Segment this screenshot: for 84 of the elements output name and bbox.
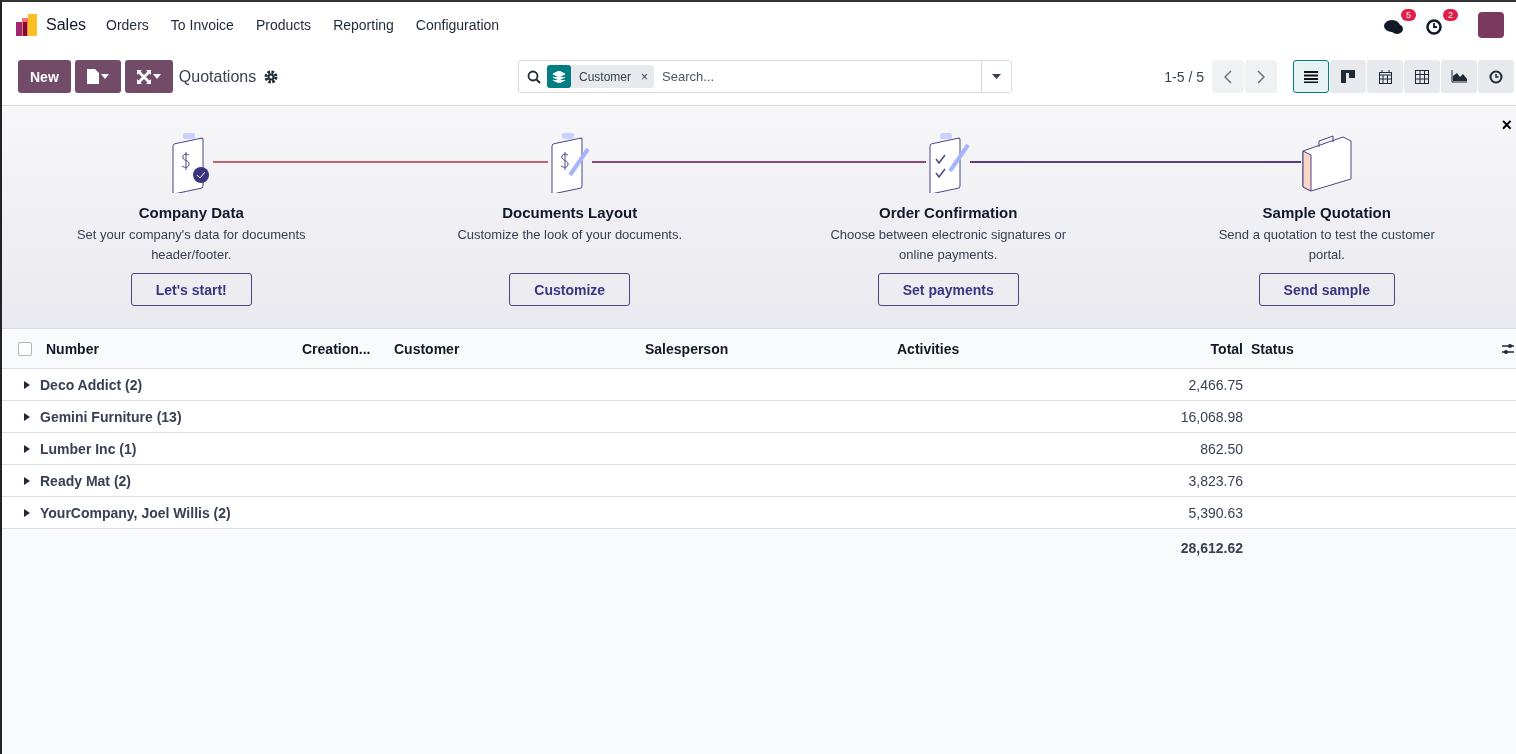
step-button[interactable]: Customize [509,273,631,306]
step-title: Company Data [138,204,244,221]
menu-item[interactable]: To Invoice [170,17,234,33]
upload-dropdown-button[interactable] [74,60,121,93]
remove-facet-button[interactable]: × [641,69,649,84]
column-header[interactable]: Number [42,340,298,357]
clock-icon [1426,19,1442,35]
group-name: Deco Addict (2) [40,376,143,393]
grand-total: 28,612.62 [1179,540,1244,556]
view-switch-button[interactable] [1367,60,1403,93]
messages-button[interactable]: 5 [1380,9,1416,41]
search-bar[interactable]: Customer × Search... [518,60,1012,93]
view-switch-button[interactable] [1293,60,1329,93]
caret-icon [100,74,109,79]
step-description: Send a quotation to test the customer portal. [1217,226,1436,264]
menu-item[interactable]: Reporting [333,17,394,33]
group-row[interactable]: Ready Mat (2) 3,823.76 [2,465,1516,497]
app-logo-icon [16,14,38,36]
chevron-right-icon [1257,69,1265,84]
search-input[interactable]: Search... [660,68,975,85]
app-name[interactable]: Sales [46,16,87,34]
column-header[interactable]: Status [1247,340,1502,357]
view-switch-button[interactable] [1330,60,1366,93]
column-header[interactable]: Creation... [298,340,390,357]
chevron-left-icon [1224,69,1232,84]
group-row[interactable]: Gemini Furniture (13) 16,068.98 [2,401,1516,433]
group-total: 862.50 [1199,440,1244,457]
step-button[interactable]: Send sample [1258,273,1395,306]
group-name: Gemini Furniture (13) [40,408,182,425]
clock-icon [1489,69,1503,84]
group-row[interactable]: Deco Addict (2) 2,466.75 [2,369,1516,401]
caret-icon [992,74,1001,79]
menu-item[interactable]: Configuration [415,17,500,33]
view-switch-button[interactable] [1478,60,1514,93]
select-all-checkbox[interactable] [18,341,32,356]
group-total: 16,068.98 [1179,408,1244,425]
column-header[interactable]: Customer [390,340,641,357]
file-icon [86,69,99,84]
group-total: 2,466.75 [1187,376,1244,393]
count-badge: 2 [1443,9,1458,21]
caret-icon [152,74,161,79]
pager-value[interactable]: 1-5 / 5 [1164,68,1204,85]
expand-arrows-icon [136,69,151,84]
kanban-view-icon [1341,70,1355,83]
column-header[interactable]: Total [1152,340,1247,357]
count-badge: 5 [1401,9,1416,21]
table-view-icon [1415,69,1429,84]
column-settings-icon[interactable] [1502,342,1514,355]
layers-icon [553,70,565,83]
page-title: Quotations [178,67,257,86]
group-total: 5,390.63 [1187,504,1244,521]
group-name: YourCompany, Joel Willis (2) [40,504,231,521]
group-row[interactable]: YourCompany, Joel Willis (2) 5,390.63 [2,497,1516,529]
search-options-button[interactable] [981,61,1011,92]
step-title: Order Confirmation [879,204,1018,221]
menu-item[interactable]: Products [255,17,312,33]
calendar-view-icon [1378,69,1392,84]
actions-dropdown-button[interactable] [124,60,173,93]
list-view-icon [1304,70,1318,83]
new-button[interactable]: New [18,60,71,93]
settings-icon[interactable] [264,69,279,84]
area-chart-icon [1451,70,1467,83]
step-title: Documents Layout [502,204,638,221]
step-description: Choose between electronic signatures or online payments. [829,226,1068,264]
facet-label: Customer [579,69,631,84]
activities-button[interactable]: 2 [1422,9,1458,41]
group-row[interactable]: Lumber Inc (1) 862.50 [2,433,1516,465]
chat-bubbles-icon [1384,19,1404,35]
column-header[interactable]: Activities [893,340,1152,357]
view-switch-button[interactable] [1441,60,1477,93]
clipboard-checklist-icon [926,131,971,193]
search-icon [527,69,541,84]
step-description: Customize the look of your documents. [456,226,684,244]
column-header[interactable]: Salesperson [641,340,893,357]
view-switch-button[interactable] [1404,60,1440,93]
step-description: Set your company's data for documents header/footer. [75,226,307,264]
step-title: Sample Quotation [1262,204,1391,221]
step-button[interactable]: Set payments [877,273,1019,306]
menu-item[interactable]: Orders [106,17,149,33]
group-total: 3,823.76 [1187,472,1244,489]
group-name: Ready Mat (2) [40,472,132,489]
close-button[interactable]: × [1501,116,1512,134]
group-name: Lumber Inc (1) [40,440,137,457]
step-button[interactable]: Let's start! [130,273,252,306]
